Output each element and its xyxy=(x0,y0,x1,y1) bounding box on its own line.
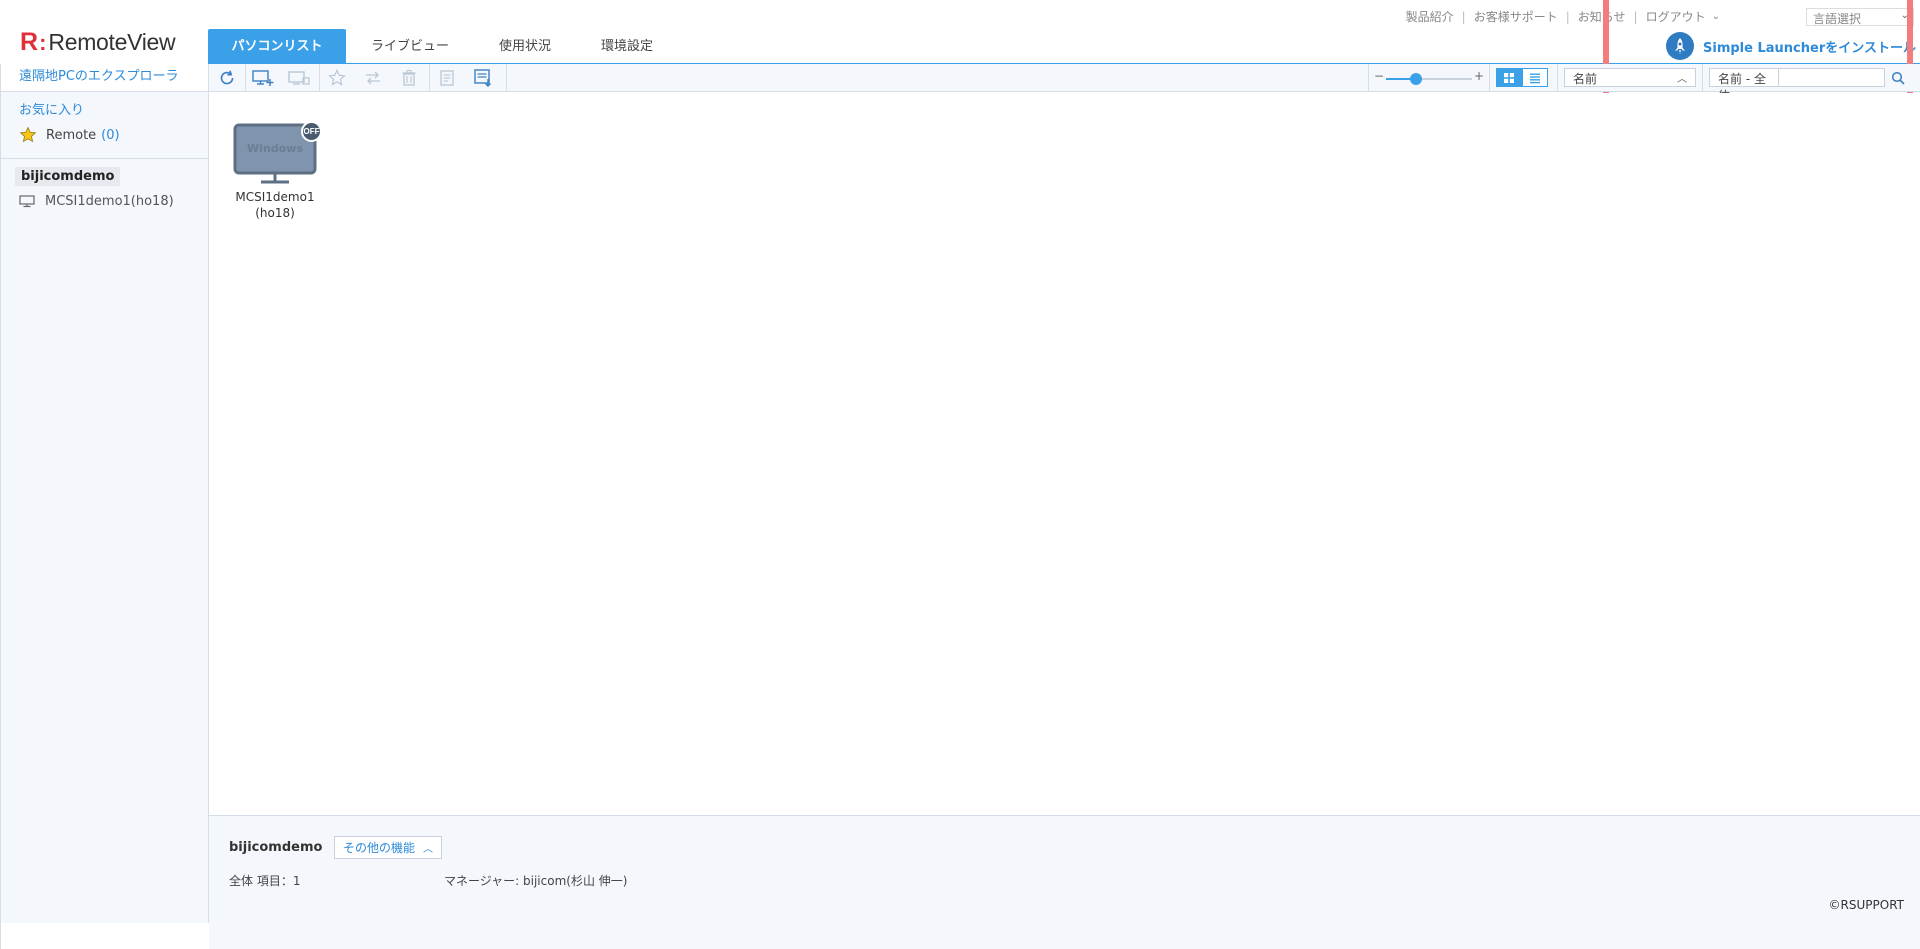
pc-tile[interactable]: Windows OFF MCSI1demo1 (ho18) xyxy=(227,121,323,221)
copyright: ©RSUPPORT xyxy=(1828,898,1904,912)
chevron-up-icon: ︿ xyxy=(423,844,434,855)
more-features-label: その他の機能 xyxy=(343,841,416,855)
monitor-icon xyxy=(19,195,35,208)
simple-launcher-install-button[interactable]: Simple Launcherをインストール xyxy=(1666,32,1916,60)
star-icon xyxy=(328,69,346,86)
remoteview-logo[interactable]: R : RemoteView xyxy=(20,28,176,57)
delete-button[interactable] xyxy=(395,66,423,90)
favorite-item-remote[interactable]: Remote (0) xyxy=(1,122,208,148)
add-pc-icon xyxy=(252,70,274,86)
logo-text: RemoteView xyxy=(48,29,176,55)
sidebar-explorer-title[interactable]: 遠隔地PCのエクスプローラ xyxy=(1,64,208,92)
total-items: 全体 項目：1 xyxy=(229,874,301,888)
add-favorite-button[interactable] xyxy=(323,66,351,90)
sidebar-divider xyxy=(1,158,208,159)
group-info-panel: bijicomdemo その他の機能 ︿ 全体 項目：1 マネージャー: bij… xyxy=(209,815,1920,949)
link-separator: | xyxy=(1565,9,1570,24)
grid-view-icon xyxy=(1504,72,1514,83)
pc-monitor: Windows OFF xyxy=(233,121,322,185)
pc-status-badge: OFF xyxy=(301,121,322,142)
move-icon xyxy=(366,71,380,85)
tab-live-view[interactable]: ライブビュー xyxy=(346,29,474,64)
link-products[interactable]: 製品紹介 xyxy=(1406,8,1454,25)
export-icon xyxy=(474,69,491,87)
sidebar-bottom-area xyxy=(1,923,209,949)
tab-usage[interactable]: 使用状況 xyxy=(474,29,576,64)
link-separator: | xyxy=(1461,9,1466,24)
search-input[interactable] xyxy=(1778,68,1885,87)
favorite-item-label: Remote xyxy=(46,127,97,143)
manager-info: マネージャー: bijicom(杉山 伸一) xyxy=(444,874,628,888)
remote-pc-button[interactable] xyxy=(285,66,313,90)
header: R : RemoteView パソコンリスト ライブビュー 使用状況 環境設定 … xyxy=(0,0,1920,110)
footer-group-name: bijicomdemo xyxy=(229,840,323,855)
memo-button[interactable] xyxy=(433,66,461,90)
zoom-minus[interactable]: − xyxy=(1374,69,1384,83)
pc-os-label: Windows xyxy=(247,142,303,155)
toolbar-divider xyxy=(429,64,430,92)
logo-mark: R xyxy=(20,28,39,56)
tab-settings[interactable]: 環境設定 xyxy=(576,29,678,64)
zoom-plus[interactable]: + xyxy=(1474,69,1484,83)
language-select-value: 言語選択 xyxy=(1813,12,1862,26)
link-support[interactable]: お客様サポート xyxy=(1474,8,1558,25)
export-button[interactable] xyxy=(469,66,497,90)
zoom-slider[interactable]: − + xyxy=(1374,69,1484,87)
toolbar-divider xyxy=(1489,64,1490,92)
launcher-label: Simple Launcherをインストール xyxy=(1703,40,1916,56)
sidebar: 遠隔地PCのエクスプローラ お気に入り Remote (0) bijicomde… xyxy=(0,64,209,949)
search-icon xyxy=(1891,71,1905,85)
grid-view-button[interactable] xyxy=(1496,68,1522,87)
favorites-title[interactable]: お気に入り xyxy=(1,100,208,122)
sidebar-pc-label: MCSI1demo1(ho18) xyxy=(45,193,174,209)
refresh-icon xyxy=(220,70,234,85)
list-view-icon xyxy=(1530,73,1540,83)
refresh-button[interactable] xyxy=(213,66,241,90)
pc-tile-name: MCSI1demo1 (ho18) xyxy=(227,189,323,221)
toolbar-divider xyxy=(319,64,320,92)
toolbar-divider xyxy=(1368,64,1369,92)
memo-icon xyxy=(440,70,454,86)
language-select[interactable]: 言語選択 ⌄ xyxy=(1806,8,1914,26)
favorite-item-count: (0) xyxy=(101,127,120,143)
toolbar-divider xyxy=(245,64,246,92)
link-logout[interactable]: ログアウト xyxy=(1646,8,1706,25)
search-button[interactable] xyxy=(1889,69,1907,87)
toolbar: − + 名前 ︿ 名前 - 全体 xyxy=(209,64,1920,103)
more-features-button[interactable]: その他の機能 ︿ xyxy=(334,836,443,859)
toolbar-divider xyxy=(1557,64,1558,92)
main-tabs: パソコンリスト ライブビュー 使用状況 環境設定 xyxy=(208,29,678,64)
pc-tile-name-line1: MCSI1demo1 xyxy=(235,190,315,204)
sort-select-value: 名前 xyxy=(1573,72,1598,86)
chevron-up-icon: ︿ xyxy=(1677,74,1687,85)
toolbar-divider xyxy=(506,64,507,92)
toolbar-divider xyxy=(1702,64,1703,92)
pc-list-area: Windows OFF MCSI1demo1 (ho18) xyxy=(209,93,1920,815)
search-scope-select[interactable]: 名前 - 全体 xyxy=(1709,68,1779,103)
logo-colon: : xyxy=(39,29,47,55)
remote-pc-icon xyxy=(288,71,310,85)
move-button[interactable] xyxy=(359,66,387,90)
list-view-button[interactable] xyxy=(1522,68,1548,87)
link-separator: | xyxy=(1633,9,1638,24)
zoom-knob[interactable] xyxy=(1410,73,1423,85)
pc-tile-name-line2: (ho18) xyxy=(255,206,295,220)
top-links: 製品紹介 | お客様サポート | お知らせ | ログアウト ⌄ xyxy=(1406,8,1720,25)
link-news[interactable]: お知らせ xyxy=(1578,8,1626,25)
sidebar-pc-item[interactable]: MCSI1demo1(ho18) xyxy=(1,188,208,214)
sidebar-group-bijicomdemo[interactable]: bijicomdemo xyxy=(15,167,121,186)
add-pc-button[interactable] xyxy=(249,66,277,90)
chevron-down-icon: ⌄ xyxy=(1900,10,1909,21)
tab-pc-list[interactable]: パソコンリスト xyxy=(208,29,346,64)
sort-select[interactable]: 名前 ︿ xyxy=(1564,68,1696,87)
star-icon xyxy=(19,126,37,143)
view-toggle xyxy=(1496,68,1548,87)
logout-chevron-icon[interactable]: ⌄ xyxy=(1712,11,1720,22)
rocket-icon xyxy=(1666,32,1694,60)
delete-icon xyxy=(402,69,416,86)
